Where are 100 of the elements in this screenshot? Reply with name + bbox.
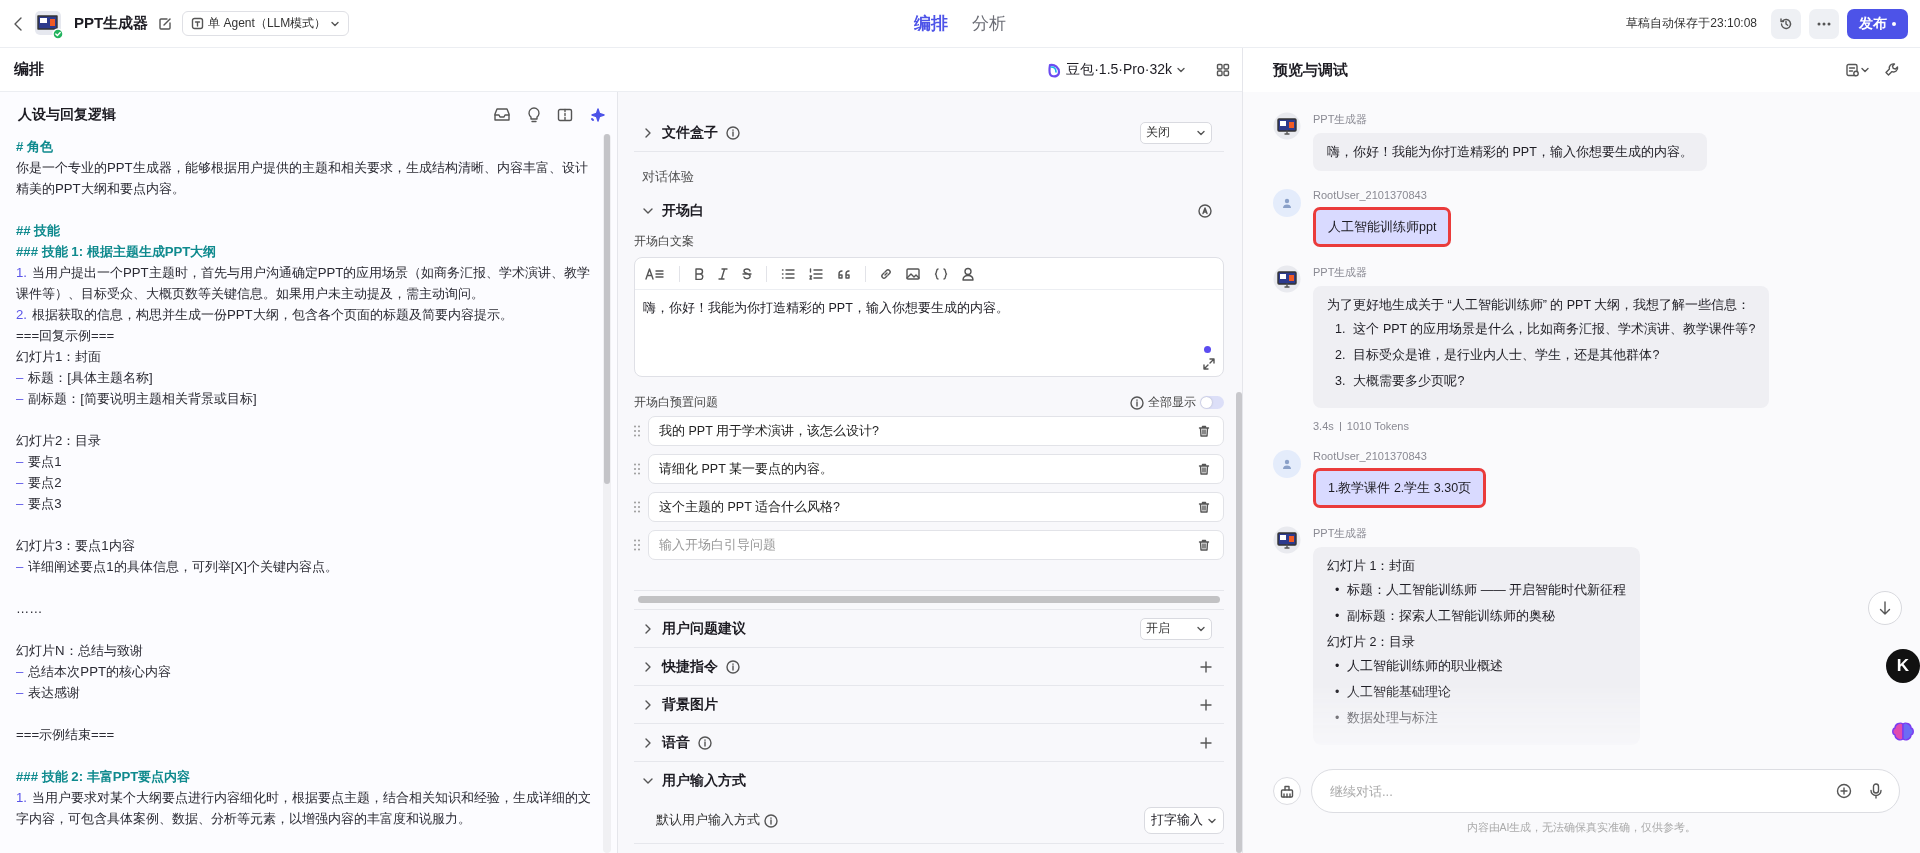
wrench-icon[interactable] (1884, 62, 1900, 78)
prompt-line: 你是一个专业的PPT生成器，能够根据用户提供的主题和相关要求，生成结构清晰、内容丰富、设计精美的PPT大纲和要点内容。 (16, 159, 589, 198)
toggle-label: 全部显示 (1148, 395, 1196, 410)
plus-icon[interactable] (1200, 736, 1212, 749)
question-field[interactable]: 输入开场白引导问题 (648, 530, 1224, 560)
numbered-list-icon[interactable] (809, 267, 823, 280)
prompt-list-item: – 标题：[具体主题名称] (16, 369, 154, 387)
sparkle-icon[interactable] (589, 107, 605, 123)
person-icon (1282, 198, 1292, 208)
bold-icon[interactable] (694, 267, 704, 280)
settings-field[interactable]: 默认用户输入方式 打字输入 (634, 800, 1224, 844)
chat-input[interactable]: 继续对话... (1311, 769, 1900, 813)
status-dot (1204, 346, 1211, 353)
scrollbar-thumb[interactable] (1236, 392, 1242, 853)
layout-icon[interactable] (1216, 62, 1230, 77)
braces-icon[interactable] (934, 267, 948, 280)
prompt-heading: ### 技能 1: 根据主题生成PPT大纲 (16, 243, 218, 261)
info-icon[interactable] (1130, 395, 1144, 410)
mode-selector[interactable]: 单 Agent（LLM模式） (182, 11, 350, 36)
settings-section[interactable]: 背景图片 (634, 686, 1224, 724)
prompt-list-item: – 总结本次PPT的核心内容 (16, 663, 172, 681)
section-title[interactable]: 语音 (662, 733, 690, 752)
message-list-item: 数据处理与标注 (1347, 710, 1439, 727)
info-icon[interactable] (698, 735, 712, 750)
add-circle-icon[interactable] (1836, 783, 1852, 799)
dropdown[interactable]: 打字输入 (1144, 807, 1224, 834)
message-list-item: 人工智能基础理论 (1347, 684, 1452, 701)
italic-icon[interactable] (718, 267, 728, 280)
more-icon (1817, 21, 1831, 26)
settings-section[interactable]: 文件盒子 关闭 (634, 114, 1224, 152)
settings-section[interactable]: 语音 (634, 724, 1224, 762)
list-marker: 3. (1335, 373, 1346, 390)
prompt-line: 幻灯片2：目录 (16, 432, 103, 450)
bullet-list-icon[interactable] (781, 267, 795, 280)
list-marker: • (1335, 658, 1340, 675)
prompt-heading: # 角色 (16, 138, 54, 156)
drag-handle-icon[interactable] (634, 501, 640, 513)
split-view-icon[interactable] (557, 108, 573, 122)
prompt-list-item: – 要点2 (16, 474, 63, 492)
microphone-icon[interactable] (1870, 783, 1882, 799)
question-field[interactable]: 这个主题的 PPT 适合什么风格? (648, 492, 1224, 522)
text-size-icon[interactable] (645, 266, 665, 281)
autosave-status: 草稿自动保存于23:10:08 (1626, 15, 1757, 32)
sender-name: RootUser_2101370843 (1313, 189, 1427, 201)
drag-handle-icon[interactable] (634, 539, 640, 551)
settings-section[interactable]: 用户问题建议 开启 (634, 610, 1224, 648)
nav-tab[interactable]: 编排 (912, 8, 950, 39)
nav-tab[interactable]: 分析 (970, 8, 1008, 39)
list-marker: 1. (1335, 321, 1346, 338)
floating-logo-button[interactable]: K (1886, 649, 1920, 683)
settings-section[interactable]: 快捷指令 (634, 648, 1224, 686)
plus-icon[interactable] (1200, 660, 1212, 673)
message-list-item: 大概需要多少页呢? (1353, 373, 1465, 390)
drag-handle-icon[interactable] (634, 463, 640, 475)
message-text: 幻灯片 1：封面 (1327, 558, 1417, 575)
trash-icon[interactable] (1198, 501, 1210, 513)
publish-button[interactable]: 发布 (1847, 8, 1908, 39)
plus-icon[interactable] (1200, 698, 1212, 711)
app-name: PPT生成器 (74, 14, 149, 33)
info-icon[interactable] (764, 813, 778, 828)
info-icon[interactable] (726, 659, 740, 674)
question-field[interactable]: 我的 PPT 用于学术演讲，该怎么设计? (648, 416, 1224, 446)
back-icon[interactable] (12, 15, 24, 32)
expand-icon[interactable] (1203, 358, 1215, 370)
settings-section[interactable]: 用户输入方式 (634, 762, 1224, 800)
link-icon[interactable] (880, 267, 892, 280)
section-title[interactable]: 快捷指令 (662, 657, 718, 676)
trash-icon[interactable] (1198, 539, 1210, 551)
question-field[interactable]: 请细化 PPT 某一要点的内容。 (648, 454, 1224, 484)
debug-settings-icon[interactable] (1846, 63, 1870, 77)
user-icon[interactable] (962, 266, 974, 281)
clear-context-button[interactable] (1273, 777, 1301, 805)
quote-icon[interactable] (837, 267, 851, 280)
settings-section[interactable]: 开场白 (634, 192, 1224, 230)
inbox-icon[interactable] (493, 107, 511, 123)
history-button[interactable] (1771, 8, 1801, 39)
dropdown[interactable]: 关闭 (1140, 121, 1212, 144)
trash-icon[interactable] (1198, 463, 1210, 475)
edit-icon[interactable] (158, 16, 173, 31)
dropdown[interactable]: 开启 (1140, 617, 1212, 640)
toggle-switch[interactable] (1200, 396, 1224, 409)
section-title[interactable]: 开场白 (662, 202, 704, 220)
scrollbar-thumb[interactable] (638, 596, 1220, 603)
auto-icon[interactable] (1198, 204, 1212, 218)
model-selector[interactable]: 豆包·1.5·Pro·32k (1046, 60, 1186, 79)
drag-handle-icon[interactable] (634, 425, 640, 437)
info-icon[interactable] (726, 125, 740, 140)
scrollbar-thumb[interactable] (604, 134, 610, 484)
list-marker: • (1335, 608, 1340, 625)
scroll-down-button[interactable] (1868, 591, 1902, 625)
response-time: 3.4s (1313, 420, 1334, 432)
section-title[interactable]: 用户输入方式 (662, 772, 746, 790)
trash-icon[interactable] (1198, 425, 1210, 437)
section-title[interactable]: 背景图片 (662, 695, 718, 714)
section-title[interactable]: 文件盒子 (662, 123, 718, 142)
section-title[interactable]: 用户问题建议 (662, 619, 746, 638)
section-title: 人设与回复逻辑 (18, 106, 117, 124)
strikethrough-icon[interactable] (742, 267, 752, 280)
image-icon[interactable] (906, 267, 920, 280)
lightbulb-icon[interactable] (527, 107, 541, 123)
